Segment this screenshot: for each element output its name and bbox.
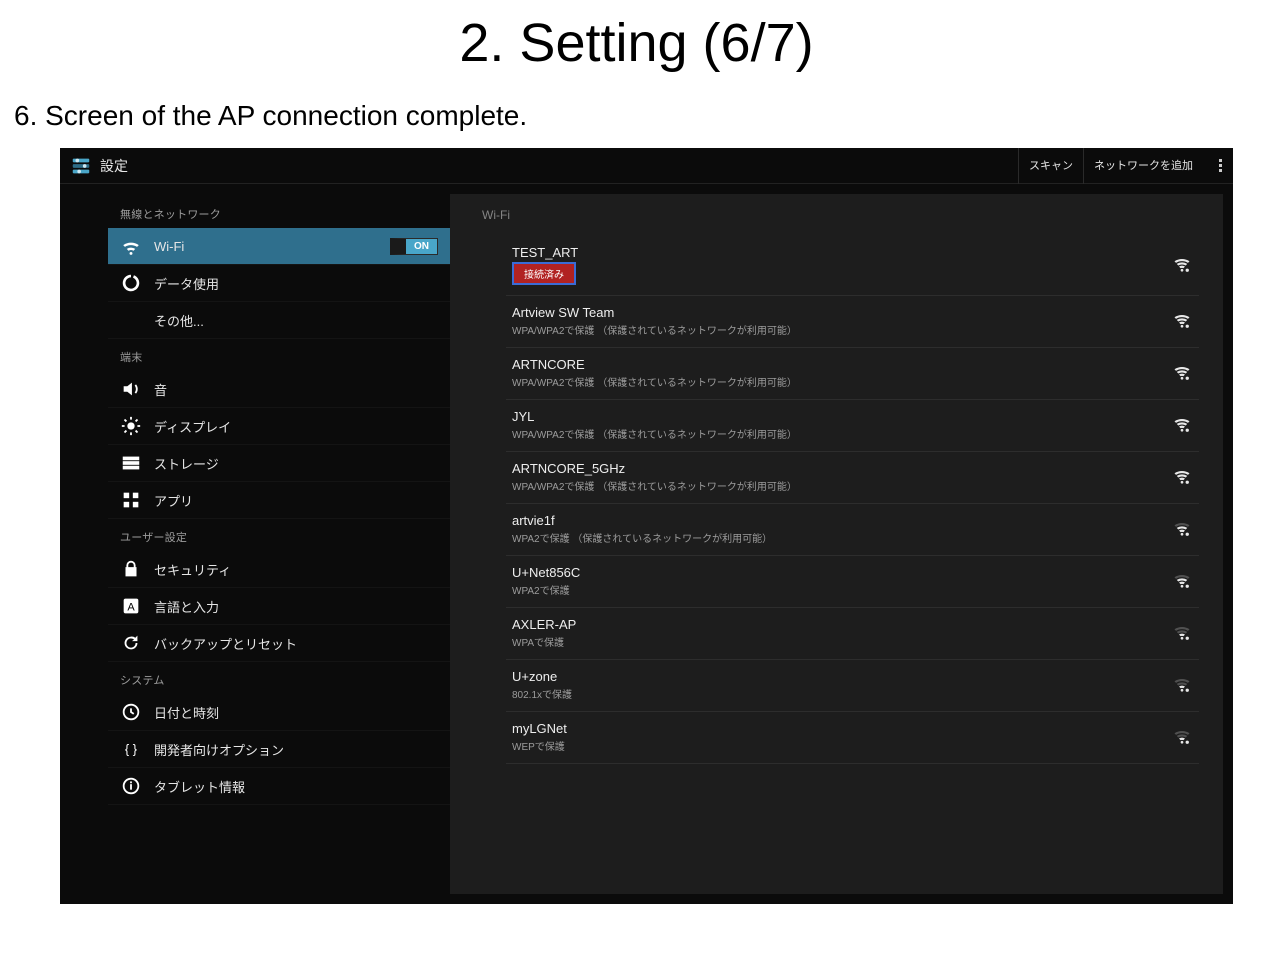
network-name: U+Net856C	[512, 565, 1171, 580]
language-icon: A	[120, 595, 142, 617]
data-usage-icon	[120, 272, 142, 294]
sidebar-item-label: 音	[154, 380, 438, 399]
network-row[interactable]: artvie1f WPA2で保護 （保護されているネットワークが利用可能）	[506, 504, 1199, 556]
network-subtitle: WPA/WPA2で保護 （保護されているネットワークが利用可能）	[512, 426, 1171, 441]
sidebar-item-sound[interactable]: 音	[108, 371, 450, 408]
sidebar-item-display[interactable]: ディスプレイ	[108, 408, 450, 445]
sidebar-item-storage[interactable]: ストレージ	[108, 445, 450, 482]
network-subtitle: WPA2で保護 （保護されているネットワークが利用可能）	[512, 530, 1171, 545]
wifi-icon	[120, 235, 142, 257]
page-title: 2. Setting (6/7)	[0, 12, 1273, 74]
sidebar-item-label: 開発者向けオプション	[154, 740, 438, 759]
svg-text:A: A	[127, 602, 135, 614]
wifi-signal-icon	[1171, 416, 1193, 434]
wifi-signal-icon	[1171, 520, 1193, 538]
network-row[interactable]: AXLER-AP WPAで保護	[506, 608, 1199, 660]
wifi-signal-icon	[1171, 364, 1193, 382]
sidebar-item-label: セキュリティ	[154, 560, 438, 579]
sound-icon	[120, 378, 142, 400]
wifi-signal-icon	[1171, 624, 1193, 642]
network-name: Artview SW Team	[512, 305, 1171, 320]
network-name: myLGNet	[512, 721, 1171, 736]
network-name: TEST_ART	[512, 245, 1171, 260]
page-caption: 6. Screen of the AP connection complete.	[14, 100, 1273, 132]
sidebar-item-label: 日付と時刻	[154, 703, 438, 722]
wifi-signal-icon	[1171, 572, 1193, 590]
network-row[interactable]: TEST_ART 接続済み	[506, 236, 1199, 296]
network-name: ARTNCORE	[512, 357, 1171, 372]
add-network-button[interactable]: ネットワークを追加	[1083, 148, 1203, 184]
wifi-toggle[interactable]: ON	[390, 238, 438, 255]
sidebar-item-about[interactable]: タブレット情報	[108, 768, 450, 805]
network-row[interactable]: ARTNCORE_5GHz WPA/WPA2で保護 （保護されているネットワークが…	[506, 452, 1199, 504]
info-icon	[120, 775, 142, 797]
sidebar-item-label: 言語と入力	[154, 597, 438, 616]
wifi-panel: Wi-Fi TEST_ART 接続済み Artview SW Team WPA/WP…	[450, 194, 1223, 894]
section-user-header: ユーザー設定	[108, 519, 450, 551]
sidebar-item-wifi[interactable]: Wi-Fi ON	[108, 228, 450, 265]
topbar-title: 設定	[100, 156, 1018, 176]
sidebar-item-label: アプリ	[154, 491, 438, 510]
svg-text:{ }: { }	[125, 742, 138, 757]
sidebar-item-language[interactable]: A 言語と入力	[108, 588, 450, 625]
sidebar-item-developer[interactable]: { } 開発者向けオプション	[108, 731, 450, 768]
wifi-signal-icon	[1171, 312, 1193, 330]
backup-icon	[120, 632, 142, 654]
sidebar-item-label: タブレット情報	[154, 777, 438, 796]
network-row[interactable]: JYL WPA/WPA2で保護 （保護されているネットワークが利用可能）	[506, 400, 1199, 452]
display-icon	[120, 415, 142, 437]
settings-window: 設定 スキャン ネットワークを追加 無線とネットワーク Wi-Fi ON データ…	[60, 148, 1233, 904]
developer-icon: { }	[120, 738, 142, 760]
network-row[interactable]: U+zone 802.1xで保護	[506, 660, 1199, 712]
network-name: U+zone	[512, 669, 1171, 684]
network-list: TEST_ART 接続済み Artview SW Team WPA/WPA2で保護 …	[450, 236, 1223, 764]
clock-icon	[120, 701, 142, 723]
scan-button[interactable]: スキャン	[1018, 148, 1083, 184]
wifi-signal-icon	[1171, 676, 1193, 694]
network-subtitle: WPA/WPA2で保護 （保護されているネットワークが利用可能）	[512, 322, 1171, 337]
lock-icon	[120, 558, 142, 580]
section-wireless-header: 無線とネットワーク	[108, 196, 450, 228]
network-subtitle: WPA/WPA2で保護 （保護されているネットワークが利用可能）	[512, 374, 1171, 389]
network-row[interactable]: Artview SW Team WPA/WPA2で保護 （保護されているネットワー…	[506, 296, 1199, 348]
sidebar-item-more[interactable]: その他...	[108, 302, 450, 339]
topbar-actions: スキャン ネットワークを追加	[1018, 148, 1203, 184]
sidebar-item-label: データ使用	[154, 274, 438, 293]
wifi-signal-icon	[1171, 256, 1193, 274]
storage-icon	[120, 452, 142, 474]
sidebar-item-label: ストレージ	[154, 454, 438, 473]
topbar: 設定 スキャン ネットワークを追加	[60, 148, 1233, 184]
network-name: AXLER-AP	[512, 617, 1171, 632]
section-system-header: システム	[108, 662, 450, 694]
apps-icon	[120, 489, 142, 511]
sidebar-item-apps[interactable]: アプリ	[108, 482, 450, 519]
connected-badge: 接続済み	[512, 262, 576, 285]
network-subtitle: WPA2で保護	[512, 582, 1171, 597]
network-row[interactable]: myLGNet WEPで保護	[506, 712, 1199, 764]
sidebar-item-label: バックアップとリセット	[154, 634, 438, 653]
sidebar: 無線とネットワーク Wi-Fi ON データ使用 その他... 端末	[60, 184, 450, 904]
network-subtitle: 802.1xで保護	[512, 686, 1171, 701]
sidebar-item-backup[interactable]: バックアップとリセット	[108, 625, 450, 662]
overflow-menu-icon[interactable]	[1207, 159, 1233, 172]
wifi-signal-icon	[1171, 728, 1193, 746]
network-subtitle: WEPで保護	[512, 738, 1171, 753]
sidebar-item-datetime[interactable]: 日付と時刻	[108, 694, 450, 731]
network-row[interactable]: ARTNCORE WPA/WPA2で保護 （保護されているネットワークが利用可能）	[506, 348, 1199, 400]
panel-header: Wi-Fi	[450, 208, 1223, 236]
network-subtitle: WPA/WPA2で保護 （保護されているネットワークが利用可能）	[512, 478, 1171, 493]
sidebar-item-label: Wi-Fi	[154, 239, 390, 254]
sidebar-item-data-usage[interactable]: データ使用	[108, 265, 450, 302]
network-name: ARTNCORE_5GHz	[512, 461, 1171, 476]
network-subtitle: WPAで保護	[512, 634, 1171, 649]
settings-icon	[68, 153, 94, 179]
sidebar-item-security[interactable]: セキュリティ	[108, 551, 450, 588]
network-name: artvie1f	[512, 513, 1171, 528]
network-row[interactable]: U+Net856C WPA2で保護	[506, 556, 1199, 608]
sidebar-item-label: その他...	[154, 311, 438, 330]
section-device-header: 端末	[108, 339, 450, 371]
network-name: JYL	[512, 409, 1171, 424]
wifi-signal-icon	[1171, 468, 1193, 486]
sidebar-item-label: ディスプレイ	[154, 417, 438, 436]
